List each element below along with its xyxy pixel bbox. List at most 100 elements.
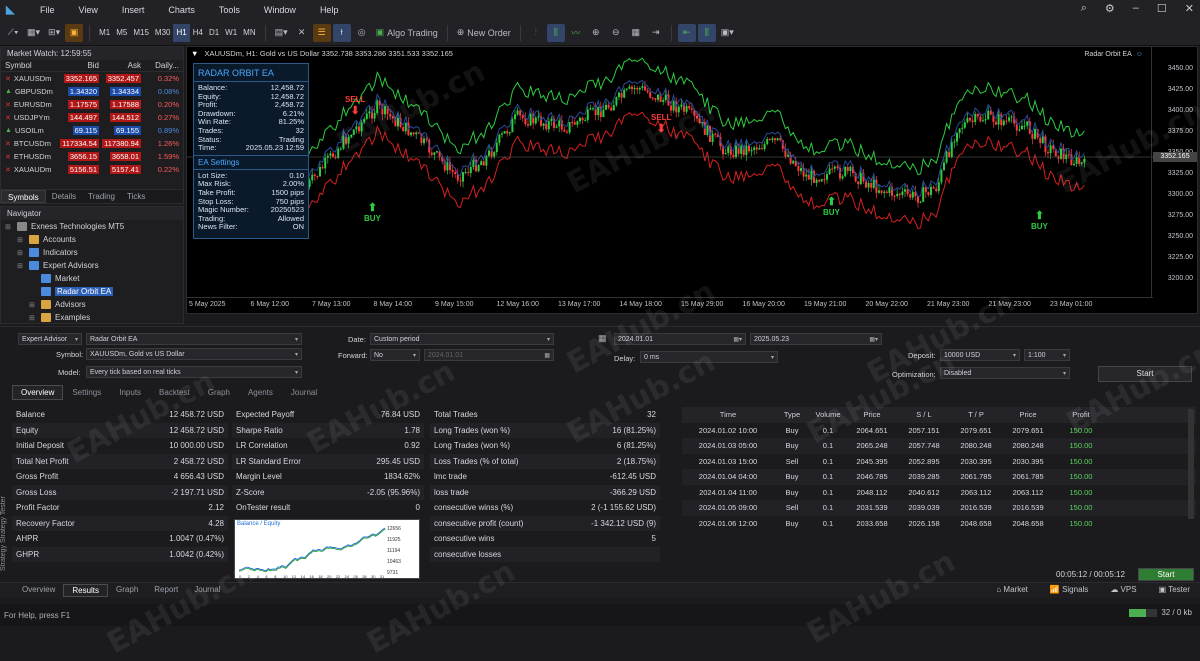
tab-symbols[interactable]: Symbols [1, 190, 46, 203]
timeframe-d1[interactable]: D1 [206, 24, 222, 42]
strategy-tester-side-tab[interactable]: Strategy Strategy Tester [0, 486, 12, 582]
bar-chart-icon[interactable]: ⟊ [332, 23, 351, 42]
zoom-out-icon[interactable]: ⊖ [607, 24, 625, 42]
menu-help[interactable]: Help [308, 5, 351, 15]
tester-tab-overview[interactable]: Overview [12, 385, 64, 400]
expand-icon[interactable]: ⊞ [17, 262, 25, 270]
tab-trading[interactable]: Trading [82, 190, 121, 203]
trade-row[interactable]: 2024.01.04 11:00 Buy 0.1 2048.112 2040.612 20… [682, 485, 1196, 501]
col-bid[interactable]: Bid [57, 61, 101, 70]
expand-icon[interactable]: ⊞ [5, 223, 13, 231]
volumes-icon[interactable]: ⫼ [697, 23, 716, 42]
date-to-field[interactable]: 2025.05.23 ▦▾ [750, 333, 882, 345]
settings-gear-icon[interactable]: ⚙ [1105, 2, 1115, 15]
model-select[interactable]: Every tick based on real ticks ▾ [86, 366, 302, 378]
candles-icon[interactable]: ⫼ [546, 23, 565, 42]
deposit-select[interactable]: 10000 USD ▾ [940, 349, 1020, 361]
trade-row[interactable]: 2024.01.05 09:00 Sell 0.1 2031.539 2039.039 2… [682, 500, 1196, 516]
trade-row[interactable]: 2024.01.04 04:00 Buy 0.1 2046.785 2039.285 20… [682, 469, 1196, 485]
bars-icon[interactable]: ⫶ [527, 24, 545, 42]
maximize-icon[interactable]: ☐ [1157, 2, 1167, 15]
optimization-select[interactable]: Disabled ▾ [940, 367, 1070, 379]
line-chart-icon[interactable]: 〰 [567, 24, 585, 42]
bottom-tab-results[interactable]: Results [63, 584, 109, 597]
bottom-tab-graph[interactable]: Graph [108, 584, 146, 597]
bottom-link-tester[interactable]: ▣ Tester [1159, 585, 1190, 594]
symbol-select[interactable]: XAUUSDm, Gold vs US Dollar ▾ [86, 348, 302, 360]
new-chart-icon[interactable]: ⟋▾ [4, 24, 22, 42]
templates-icon[interactable]: ⊞▾ [45, 24, 63, 42]
start-button[interactable]: Start [1098, 366, 1192, 382]
menu-insert[interactable]: Insert [110, 5, 157, 15]
trades-col-header[interactable]: Time [682, 410, 774, 419]
indicator-list-icon[interactable]: ☰ [312, 23, 331, 42]
bottom-link-signals[interactable]: 📶 Signals [1050, 585, 1088, 594]
leverage-select[interactable]: 1:100 ▾ [1024, 349, 1070, 361]
bottom-tab-overview[interactable]: Overview [14, 584, 63, 597]
expand-icon[interactable]: ⊞ [29, 314, 37, 322]
objects-icon[interactable]: ▤▾ [272, 24, 291, 42]
col-symbol[interactable]: Symbol [5, 61, 57, 70]
timeframe-w1[interactable]: W1 [222, 24, 240, 42]
nav-item-exness-technologies-mt5[interactable]: ⊞ Exness Technologies MT5 [5, 220, 183, 233]
tester-tab-settings[interactable]: Settings [63, 385, 110, 400]
delay-select[interactable]: 0 ms ▾ [640, 351, 778, 363]
algo-trading-button[interactable]: ▣ Algo Trading [373, 24, 441, 42]
forward-select[interactable]: No ▾ [370, 349, 420, 361]
market-watch-row[interactable]: ▲ GBPUSDm 1.34320 1.34334 0.08% [1, 85, 183, 98]
profiles-icon[interactable]: ▦▾ [24, 24, 43, 42]
nav-item-indicators[interactable]: ⊞ Indicators [5, 246, 183, 259]
market-watch-row[interactable]: ▲ USOILm 69.115 69.155 0.89% [1, 124, 183, 137]
trades-col-header[interactable]: Price [846, 410, 898, 419]
trades-col-header[interactable]: S / L [898, 410, 950, 419]
expand-icon[interactable]: ⊞ [29, 301, 37, 309]
trades-col-header[interactable]: Price [1002, 410, 1054, 419]
timeframe-m5[interactable]: M5 [113, 24, 130, 42]
bottom-link-vps[interactable]: ☁ VPS [1110, 585, 1136, 594]
menu-file[interactable]: File [28, 5, 67, 15]
col-ask[interactable]: Ask [101, 61, 143, 70]
nav-item-market[interactable]: Market [5, 272, 183, 285]
candlestick-plot[interactable] [187, 47, 1153, 297]
timeframe-m1[interactable]: M1 [96, 24, 113, 42]
market-watch-row[interactable]: ✕ XAUUSDm 3352.165 3352.457 0.32% [1, 72, 183, 85]
nav-item-expert-advisors[interactable]: ⊞ Expert Advisors [5, 259, 183, 272]
trades-col-header[interactable]: T / P [950, 410, 1002, 419]
trade-row[interactable]: 2024.01.06 12:00 Buy 0.1 2033.658 2026.158 20… [682, 516, 1196, 532]
trades-scrollbar[interactable] [1188, 409, 1194, 519]
bottom-tab-journal[interactable]: Journal [186, 584, 228, 597]
nav-item-accounts[interactable]: ⊞ Accounts [5, 233, 183, 246]
price-chart[interactable]: ▼ XAUUSDm, H1: Gold vs US Dollar 3352.73… [186, 46, 1198, 314]
autoscroll-icon[interactable]: ⇥ [647, 24, 665, 42]
menu-view[interactable]: View [67, 5, 110, 15]
timeframe-mn[interactable]: MN [240, 24, 258, 42]
trades-col-header[interactable]: Volume [810, 410, 846, 419]
timeframe-m15[interactable]: M15 [130, 24, 152, 42]
col-daily[interactable]: Daily... [143, 61, 179, 70]
zoom-in-icon[interactable]: ⊕ [587, 24, 605, 42]
expand-icon[interactable]: ⊞ [17, 236, 25, 244]
date-from-field[interactable]: 2024.01.01 ▦▾ [614, 333, 746, 345]
trade-row[interactable]: 2024.01.03 15:00 Sell 0.1 2045.395 2052.895 2… [682, 454, 1196, 470]
tester-mode-select[interactable]: Expert Advisor ▾ [18, 333, 82, 345]
tab-details[interactable]: Details [46, 190, 82, 203]
tester-tab-inputs[interactable]: Inputs [110, 385, 150, 400]
crosshair-icon[interactable]: ✕ [293, 24, 311, 42]
tester-tab-agents[interactable]: Agents [239, 385, 282, 400]
market-watch-row[interactable]: ✕ BTCUSDm 117334.54 117380.94 1.26% [1, 137, 183, 150]
tester-tab-graph[interactable]: Graph [199, 385, 239, 400]
timeframe-m30[interactable]: M30 [152, 24, 174, 42]
market-watch-row[interactable]: ✕ XAUAUDm 5156.51 5157.41 0.22% [1, 163, 183, 176]
timeframe-h4[interactable]: H4 [190, 24, 206, 42]
grid-icon[interactable]: ▦ [627, 24, 645, 42]
date-select[interactable]: Custom period ▾ [370, 333, 554, 345]
wallet-icon[interactable]: ▣ [65, 23, 84, 42]
tab-ticks[interactable]: Ticks [121, 190, 151, 203]
tester-tab-journal[interactable]: Journal [282, 385, 326, 400]
nav-item-examples[interactable]: ⊞ Examples [5, 311, 183, 324]
minimize-icon[interactable]: – [1133, 2, 1139, 15]
new-order-button[interactable]: ⊕ New Order [454, 24, 514, 42]
tester-tab-backtest[interactable]: Backtest [150, 385, 199, 400]
timeframe-h1[interactable]: H1 [173, 23, 190, 42]
menu-charts[interactable]: Charts [156, 5, 207, 15]
